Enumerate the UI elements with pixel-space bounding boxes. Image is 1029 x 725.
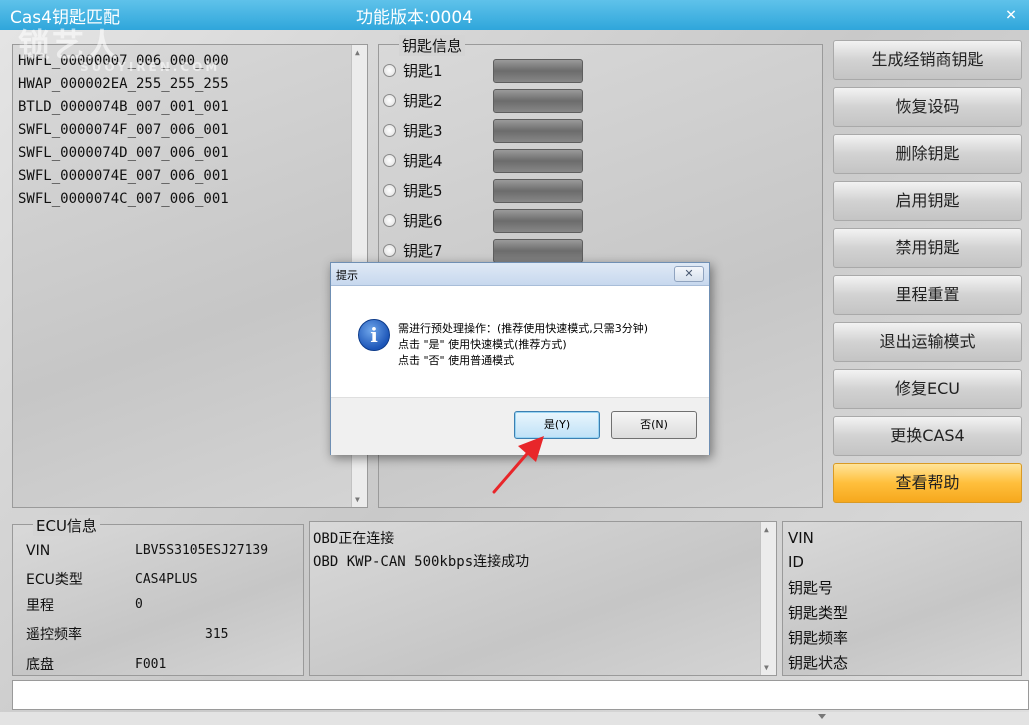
ecu-field-value: LBV5S3105ESJ27139 — [135, 543, 269, 558]
version-label: 功能版本:0004 — [356, 8, 473, 28]
key-label: 钥匙2 — [403, 92, 443, 110]
delete-key-button[interactable]: 删除钥匙 — [833, 134, 1022, 174]
key-radio[interactable] — [383, 184, 396, 197]
dialog-message-line: 点击 "是" 使用快速模式(推荐方式) — [398, 338, 567, 351]
key-radio[interactable] — [383, 124, 396, 137]
detail-label: VIN — [788, 529, 814, 547]
list-item[interactable]: SWFL_0000074C_007_006_001 — [18, 191, 229, 207]
key-slot — [493, 149, 583, 173]
scroll-down-icon[interactable]: ▼ — [764, 663, 769, 672]
key-radio[interactable] — [383, 214, 396, 227]
disable-key-button[interactable]: 禁用钥匙 — [833, 228, 1022, 268]
key-radio[interactable] — [383, 64, 396, 77]
key-label: 钥匙7 — [403, 242, 443, 260]
ecu-field-label: 底盘 — [26, 657, 54, 673]
replace-cas4-button[interactable]: 更换CAS4 — [833, 416, 1022, 456]
list-item[interactable]: BTLD_0000074B_007_001_001 — [18, 99, 229, 115]
log-line: OBD KWP-CAN 500kbps连接成功 — [313, 554, 530, 570]
key-slot — [493, 89, 583, 113]
restore-coding-button[interactable]: 恢复设码 — [833, 87, 1022, 127]
list-item[interactable]: SWFL_0000074D_007_006_001 — [18, 145, 229, 161]
dialog-body: i 需进行预处理操作：(推荐使用快速模式,只需3分钟) 点击 "是" 使用快速模… — [331, 287, 709, 397]
key-slot — [493, 119, 583, 143]
view-help-button[interactable]: 查看帮助 — [833, 463, 1022, 503]
ecu-field-label: 遥控频率 — [26, 627, 82, 643]
key-label: 钥匙3 — [403, 122, 443, 140]
prompt-dialog: 提示 ✕ i 需进行预处理操作：(推荐使用快速模式,只需3分钟) 点击 "是" … — [330, 262, 710, 455]
ecu-field-value: 0 — [135, 597, 143, 612]
repair-ecu-button[interactable]: 修复ECU — [833, 369, 1022, 409]
key-radio[interactable] — [383, 154, 396, 167]
watermark-site: SUOYIREN.COM — [80, 60, 221, 74]
ecu-field-value: 315 — [205, 627, 229, 642]
ecu-field-label: ECU类型 — [26, 572, 83, 588]
key-detail-panel: VIN ID 钥匙号 钥匙类型 钥匙频率 钥匙状态 — [782, 521, 1022, 676]
list-item[interactable]: HWAP_000002EA_255_255_255 — [18, 76, 229, 92]
generate-dealer-key-button[interactable]: 生成经销商钥匙 — [833, 40, 1022, 80]
ecu-info-legend: ECU信息 — [33, 515, 100, 536]
ecu-field-label: VIN — [26, 543, 51, 559]
list-item[interactable]: SWFL_0000074E_007_006_001 — [18, 168, 229, 184]
scroll-up-icon[interactable]: ▲ — [764, 525, 769, 534]
dialog-message-line: 点击 "否" 使用普通模式 — [398, 354, 515, 367]
info-icon: i — [358, 319, 390, 351]
log-scrollbar[interactable]: ▲ ▼ — [760, 522, 776, 675]
key-radio[interactable] — [383, 244, 396, 257]
watermark-logo: 锁艺人 SUOYIREN.COM — [18, 20, 220, 74]
dialog-message-line: 需进行预处理操作：(推荐使用快速模式,只需3分钟) — [398, 322, 649, 335]
key-slot — [493, 209, 583, 233]
detail-label: 钥匙类型 — [788, 604, 849, 622]
module-list[interactable]: HWFL_00000007_006_000_000 HWAP_000002EA_… — [12, 44, 368, 508]
dialog-close-button[interactable]: ✕ — [674, 266, 704, 282]
ecu-field-label: 里程 — [26, 598, 54, 614]
key-label: 钥匙4 — [403, 152, 443, 170]
list-item[interactable]: SWFL_0000074F_007_006_001 — [18, 122, 229, 138]
detail-label: 钥匙频率 — [788, 629, 849, 647]
watermark-brand: 锁艺人 — [18, 26, 121, 64]
key-label: 钥匙1 — [403, 62, 443, 80]
log-line: OBD正在连接 — [313, 531, 395, 547]
status-bar — [12, 680, 1029, 710]
scroll-up-icon[interactable]: ▲ — [355, 48, 360, 57]
key-slot — [493, 179, 583, 203]
enable-key-button[interactable]: 启用钥匙 — [833, 181, 1022, 221]
connection-log[interactable]: OBD正在连接 OBD KWP-CAN 500kbps连接成功 ▲ ▼ — [309, 521, 777, 676]
exit-transport-mode-button[interactable]: 退出运输模式 — [833, 322, 1022, 362]
mileage-reset-button[interactable]: 里程重置 — [833, 275, 1022, 315]
key-slot — [493, 239, 583, 263]
key-radio[interactable] — [383, 94, 396, 107]
dialog-title-bar: 提示 ✕ — [331, 263, 709, 286]
red-arrow-icon — [492, 436, 544, 494]
dialog-no-button[interactable]: 否(N) — [611, 411, 697, 439]
key-info-legend: 钥匙信息 — [399, 35, 466, 56]
dialog-title: 提示 — [336, 269, 358, 282]
bottom-strip — [0, 712, 1029, 725]
ecu-field-value: F001 — [135, 657, 167, 672]
key-label: 钥匙5 — [403, 182, 443, 200]
detail-label: 钥匙状态 — [788, 654, 849, 672]
detail-label: 钥匙号 — [788, 579, 834, 597]
key-slot — [493, 59, 583, 83]
ecu-field-value: CAS4PLUS — [135, 572, 198, 587]
corner-arrow-icon — [818, 714, 826, 719]
detail-label: ID — [788, 553, 804, 571]
ecu-info-group: ECU信息 VIN LBV5S3105ESJ27139 ECU类型 CAS4PL… — [12, 515, 304, 676]
scroll-down-icon[interactable]: ▼ — [355, 495, 360, 504]
window-close-button[interactable]: × — [999, 4, 1023, 26]
key-label: 钥匙6 — [403, 212, 443, 230]
